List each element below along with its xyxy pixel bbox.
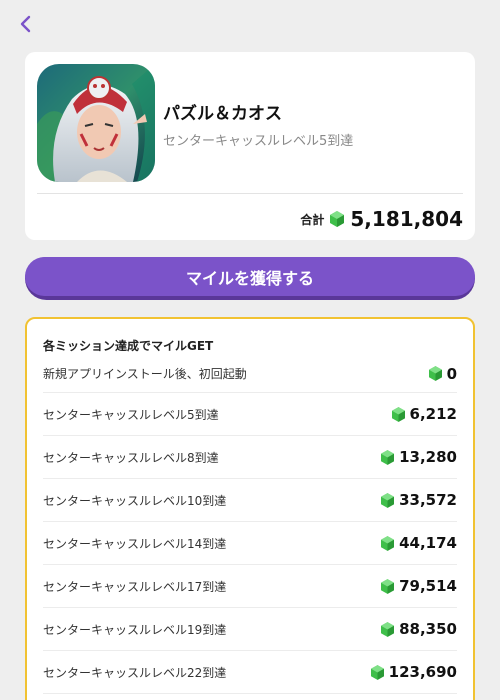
gem-icon: [391, 406, 405, 422]
mission-row: センターキャッスルレベル8到達 13,280: [43, 436, 457, 479]
mission-reward: 79,514: [381, 577, 457, 595]
mission-label: センターキャッスルレベル14到達: [43, 536, 227, 551]
earn-miles-button[interactable]: マイルを獲得する: [25, 257, 475, 296]
mission-value: 44,174: [399, 534, 457, 552]
chevron-left-icon: [20, 15, 31, 33]
gem-icon: [381, 449, 395, 465]
divider: [37, 193, 463, 194]
mission-value: 13,280: [399, 448, 457, 466]
gem-icon: [370, 664, 384, 680]
mission-value: 88,350: [399, 620, 457, 638]
mission-reward: 88,350: [381, 620, 457, 638]
mission-reward: 6,212: [391, 405, 457, 423]
gem-icon: [381, 621, 395, 637]
mission-reward: 123,690: [370, 663, 457, 681]
mission-row: センターキャッスルレベル5到達 6,212: [43, 393, 457, 436]
total-value: 5,181,804: [350, 207, 463, 231]
back-button[interactable]: [14, 12, 36, 36]
mission-value: 6,212: [409, 405, 457, 423]
mission-label: センターキャッスルレベル17到達: [43, 579, 227, 594]
mission-row: 新規アプリインストール後、初回起動 0: [43, 355, 457, 393]
total-row: 合計 5,181,804: [300, 204, 463, 234]
mission-label: センターキャッスルレベル8到達: [43, 450, 219, 465]
mission-value: 123,690: [388, 663, 457, 681]
mission-value: 0: [446, 364, 457, 383]
mission-value: 33,572: [399, 491, 457, 509]
missions-heading: 各ミッション達成でマイルGET: [43, 339, 214, 353]
total-label: 合計: [300, 212, 325, 227]
mission-row: センターキャッスルレベル17到達 79,514: [43, 565, 457, 608]
mission-reward: 44,174: [381, 534, 457, 552]
mission-label: センターキャッスルレベル19到達: [43, 622, 227, 637]
mission-row: センターキャッスルレベル14到達 44,174: [43, 522, 457, 565]
mission-value: 79,514: [399, 577, 457, 595]
mission-label: センターキャッスルレベル22到達: [43, 665, 227, 680]
mission-reward: 33,572: [381, 491, 457, 509]
mission-row: センターキャッスルレベル19到達 88,350: [43, 608, 457, 651]
mission-list: 新規アプリインストール後、初回起動 0 センターキャッスルレベル5到達 6,212 セン…: [43, 355, 457, 694]
gem-icon: [381, 492, 395, 508]
mission-row: センターキャッスルレベル22到達 123,690: [43, 651, 457, 694]
gem-icon: [381, 578, 395, 594]
missions-card: 各ミッション達成でマイルGET 新規アプリインストール後、初回起動 0 センターキャ…: [25, 317, 475, 700]
gem-icon: [330, 211, 345, 227]
app-card: パズル＆カオス センターキャッスルレベル5到達 合計 5,181,804: [25, 52, 475, 240]
app-icon[interactable]: [37, 64, 155, 182]
cta-button-shadow: マイルを獲得する: [25, 257, 475, 300]
app-title: パズル＆カオス: [163, 104, 282, 124]
mission-label: センターキャッスルレベル10到達: [43, 493, 227, 508]
gem-icon: [428, 366, 442, 381]
mission-reward: 0: [428, 364, 457, 383]
mission-row: センターキャッスルレベル10到達 33,572: [43, 479, 457, 522]
gem-icon: [381, 535, 395, 551]
app-subtitle: センターキャッスルレベル5到達: [163, 134, 354, 149]
mission-label: センターキャッスルレベル5到達: [43, 407, 219, 422]
mission-label: 新規アプリインストール後、初回起動: [43, 367, 247, 381]
mission-reward: 13,280: [381, 448, 457, 466]
